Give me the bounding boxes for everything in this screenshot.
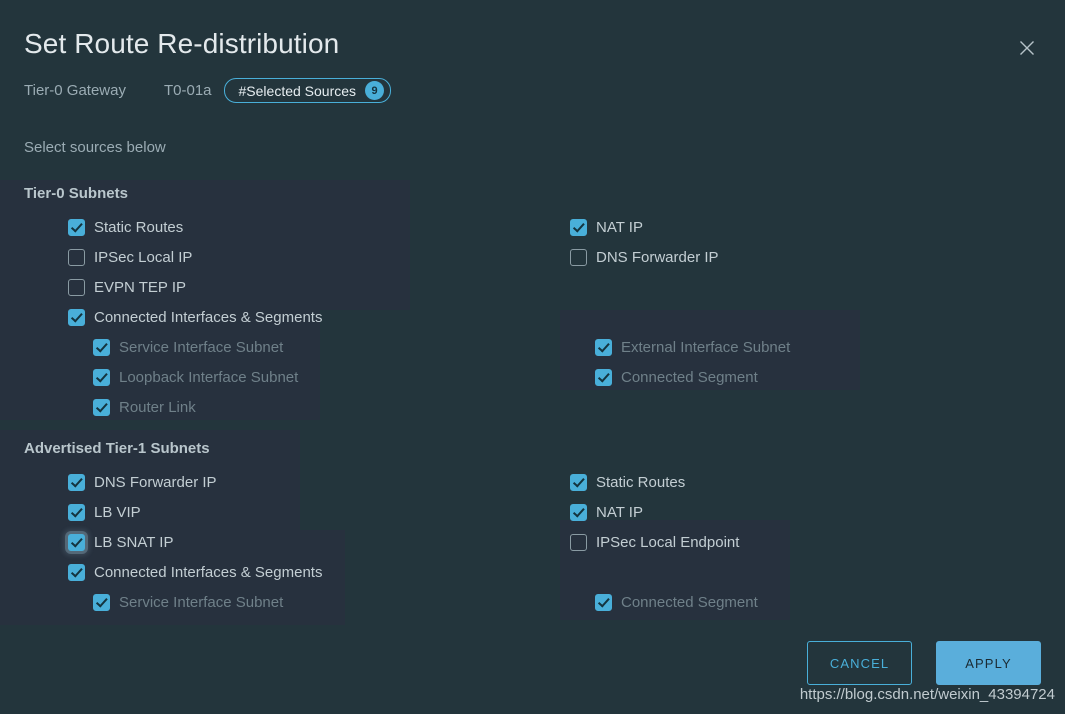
apply-button[interactable]: APPLY	[936, 641, 1041, 685]
checkbox-label-dns-forwarder-ip[interactable]: DNS Forwarder IP	[94, 474, 217, 491]
checkbox-service-interface-subnet[interactable]	[93, 593, 110, 611]
checkbox-label-service-interface-subnet[interactable]: Service Interface Subnet	[119, 594, 283, 611]
checkbox-label-ipsec-local-ip[interactable]: IPSec Local IP	[94, 249, 192, 266]
checkbox-label-static-routes[interactable]: Static Routes	[596, 474, 685, 491]
checkbox-static-routes[interactable]	[570, 473, 587, 491]
checkbox-row-service-interface-subnet[interactable]: Service Interface Subnet	[93, 332, 322, 362]
breadcrumb: Tier-0 Gateway T0-01a #Selected Sources …	[24, 78, 392, 103]
checkbox-row-nat-ip[interactable]: NAT IP	[570, 212, 790, 242]
checkbox-row-connected-segment[interactable]: Connected Segment	[595, 587, 758, 617]
checkbox-dns-forwarder-ip[interactable]	[570, 248, 587, 266]
checkbox-row-ipsec-local-endpoint[interactable]: IPSec Local Endpoint	[570, 527, 758, 557]
checkbox-label-connected-interfaces-segments[interactable]: Connected Interfaces & Segments	[94, 309, 322, 326]
checkbox-connected-segment[interactable]	[595, 593, 612, 611]
checkbox-label-router-link[interactable]: Router Link	[119, 399, 196, 416]
checkbox-label-loopback-interface-subnet[interactable]: Loopback Interface Subnet	[119, 369, 298, 386]
checkbox-lb-snat-ip[interactable]	[68, 533, 85, 551]
checkbox-loopback-interface-subnet[interactable]	[93, 368, 110, 386]
checkbox-row-dns-forwarder-ip[interactable]: DNS Forwarder IP	[68, 467, 322, 497]
instruction-text: Select sources below	[24, 139, 166, 156]
checkbox-row-static-routes[interactable]: Static Routes	[68, 212, 322, 242]
checkbox-lb-vip[interactable]	[68, 503, 85, 521]
group-title-tier-0-subnets: Tier-0 Subnets	[24, 185, 128, 202]
watermark-text: https://blog.csdn.net/weixin_43394724	[799, 686, 1055, 703]
checkbox-row-loopback-interface-subnet[interactable]: Loopback Interface Subnet	[93, 362, 322, 392]
checkbox-row-dns-forwarder-ip[interactable]: DNS Forwarder IP	[570, 242, 790, 272]
selected-sources-count: 9	[365, 81, 385, 100]
checkbox-connected-interfaces-segments[interactable]	[68, 563, 85, 581]
checkbox-ipsec-local-ip[interactable]	[68, 248, 85, 266]
checkbox-row-connected-interfaces-segments[interactable]: Connected Interfaces & Segments	[68, 557, 322, 587]
checkbox-label-dns-forwarder-ip[interactable]: DNS Forwarder IP	[596, 249, 719, 266]
selected-sources-badge[interactable]: #Selected Sources 9	[223, 78, 392, 103]
checkbox-row-lb-snat-ip[interactable]: LB SNAT IP	[68, 527, 322, 557]
checkbox-evpn-tep-ip[interactable]	[68, 278, 85, 296]
gateway-type-label: Tier-0 Gateway	[24, 82, 126, 99]
checkbox-row-ipsec-local-ip[interactable]: IPSec Local IP	[68, 242, 322, 272]
checkbox-nat-ip[interactable]	[570, 218, 587, 236]
checkbox-ipsec-local-endpoint[interactable]	[570, 533, 587, 551]
checkbox-nat-ip[interactable]	[570, 503, 587, 521]
checkbox-connected-segment[interactable]	[595, 368, 612, 386]
checkbox-connected-interfaces-segments[interactable]	[68, 308, 85, 326]
checkbox-row-connected-segment[interactable]: Connected Segment	[595, 362, 790, 392]
checkbox-row-external-interface-subnet[interactable]: External Interface Subnet	[595, 332, 790, 362]
checkbox-label-nat-ip[interactable]: NAT IP	[596, 219, 643, 236]
column-left: Static Routes IPSec Local IP EVPN TEP IP Co…	[68, 212, 322, 422]
checkbox-row-service-interface-subnet[interactable]: Service Interface Subnet	[93, 587, 322, 617]
checkbox-service-interface-subnet[interactable]	[93, 338, 110, 356]
group-title-advertised-tier-1-subnets: Advertised Tier-1 Subnets	[24, 440, 210, 457]
checkbox-label-connected-segment[interactable]: Connected Segment	[621, 594, 758, 611]
checkbox-row-evpn-tep-ip[interactable]: EVPN TEP IP	[68, 272, 322, 302]
checkbox-row-static-routes[interactable]: Static Routes	[570, 467, 758, 497]
checkbox-row-lb-vip[interactable]: LB VIP	[68, 497, 322, 527]
column-left: DNS Forwarder IP LB VIP LB SNAT IP Connecte…	[68, 467, 322, 617]
checkbox-router-link[interactable]	[93, 398, 110, 416]
checkbox-row-nat-ip[interactable]: NAT IP	[570, 497, 758, 527]
checkbox-label-static-routes[interactable]: Static Routes	[94, 219, 183, 236]
cancel-button[interactable]: CANCEL	[807, 641, 912, 685]
checkbox-label-service-interface-subnet[interactable]: Service Interface Subnet	[119, 339, 283, 356]
checkbox-row-router-link[interactable]: Router Link	[93, 392, 322, 422]
checkbox-label-connected-segment[interactable]: Connected Segment	[621, 369, 758, 386]
checkbox-label-lb-vip[interactable]: LB VIP	[94, 504, 141, 521]
selected-sources-label: #Selected Sources	[238, 82, 357, 99]
dialog-header: Set Route Re-distribution	[24, 26, 1041, 62]
checkbox-label-evpn-tep-ip[interactable]: EVPN TEP IP	[94, 279, 186, 296]
checkbox-label-external-interface-subnet[interactable]: External Interface Subnet	[621, 339, 790, 356]
checkbox-static-routes[interactable]	[68, 218, 85, 236]
checkbox-label-connected-interfaces-segments[interactable]: Connected Interfaces & Segments	[94, 564, 322, 581]
column-right: NAT IP DNS Forwarder IP External Interfac…	[570, 212, 790, 392]
checkbox-dns-forwarder-ip[interactable]	[68, 473, 85, 491]
checkbox-label-nat-ip[interactable]: NAT IP	[596, 504, 643, 521]
gateway-name-value: T0-01a	[163, 82, 212, 99]
dialog-footer: CANCEL APPLY	[807, 641, 1041, 685]
close-button[interactable]	[1013, 34, 1041, 62]
checkbox-row-connected-interfaces-segments[interactable]: Connected Interfaces & Segments	[68, 302, 322, 332]
close-icon	[1017, 38, 1037, 58]
checkbox-external-interface-subnet[interactable]	[595, 338, 612, 356]
checkbox-label-ipsec-local-endpoint[interactable]: IPSec Local Endpoint	[596, 534, 739, 551]
column-right: Static Routes NAT IP IPSec Local Endpoint …	[570, 467, 758, 617]
checkbox-label-lb-snat-ip[interactable]: LB SNAT IP	[94, 534, 173, 551]
page-title: Set Route Re-distribution	[24, 28, 340, 59]
